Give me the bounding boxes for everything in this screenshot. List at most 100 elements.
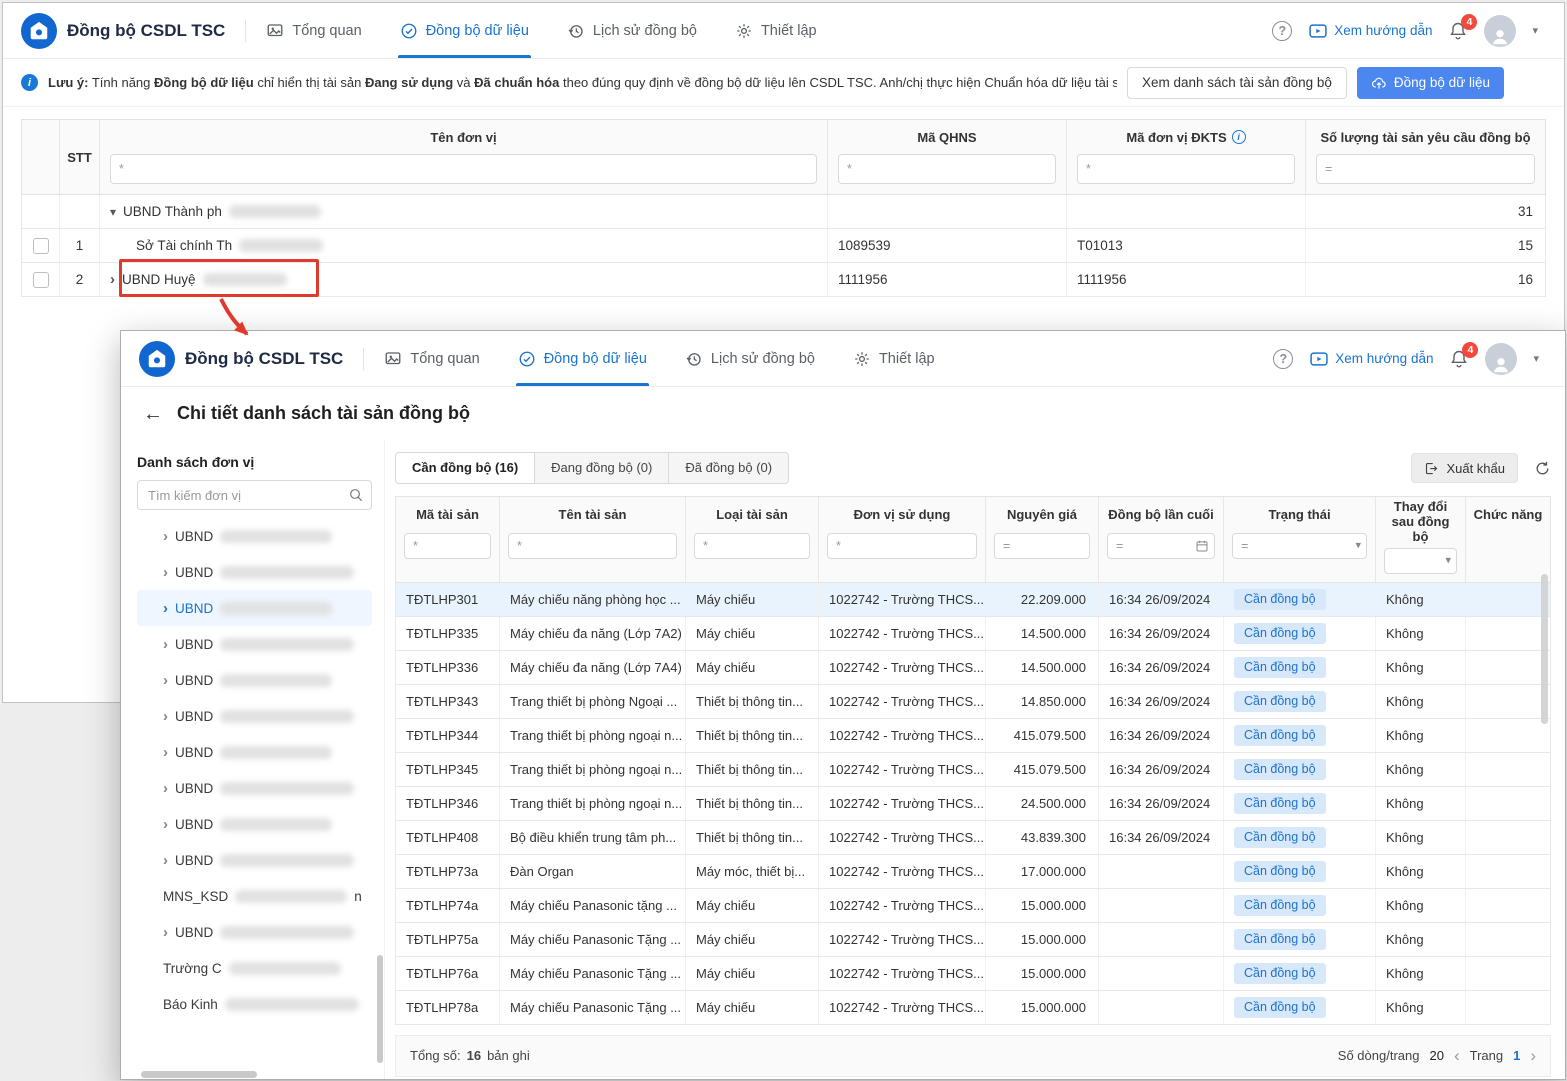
tree-item-unit[interactable]: › UBND xyxy=(137,662,372,698)
asset-row[interactable]: TĐTLHP408 Bộ điều khiển trung tâm ph... … xyxy=(395,821,1551,855)
row-checkbox[interactable] xyxy=(33,238,49,254)
asset-type: Máy móc, thiết bị... xyxy=(685,855,818,888)
tree-item-unit[interactable]: › UBND xyxy=(137,914,372,950)
tree-item-unit[interactable]: › UBND xyxy=(137,842,372,878)
chevron-down-icon[interactable]: ▾ xyxy=(1532,24,1538,37)
unit-search-input[interactable] xyxy=(137,480,372,510)
user-avatar[interactable] xyxy=(1485,343,1517,375)
unit-name[interactable]: Sở Tài chính Th xyxy=(136,238,232,253)
current-page[interactable]: 1 xyxy=(1513,1048,1520,1063)
unit-name-filter-input[interactable] xyxy=(110,154,817,184)
user-avatar[interactable] xyxy=(1484,15,1516,47)
tree-item-unit[interactable]: › UBND xyxy=(137,698,372,734)
chevron-right-icon[interactable]: › xyxy=(163,565,168,580)
filter-input[interactable] xyxy=(1232,533,1367,559)
filter-input[interactable] xyxy=(508,533,677,559)
tree-item-unit[interactable]: Trường C xyxy=(137,950,372,986)
chevron-left-icon[interactable]: ‹ xyxy=(1454,1047,1460,1064)
nav-tab-sync[interactable]: Đồng bộ dữ liệu xyxy=(518,331,647,386)
search-icon[interactable] xyxy=(348,487,364,503)
nav-tab-overview[interactable]: Tổng quan xyxy=(266,3,361,58)
nav-tab-history[interactable]: Lịch sử đồng bộ xyxy=(567,3,697,58)
chevron-right-icon[interactable]: › xyxy=(163,853,168,868)
asset-row[interactable]: TĐTLHP78a Máy chiếu Panasonic Tặng ... M… xyxy=(395,991,1551,1025)
status-tab[interactable]: Cần đồng bộ (16) xyxy=(396,453,534,483)
filter-input[interactable] xyxy=(694,533,810,559)
tree-item-unit[interactable]: › UBND xyxy=(137,770,372,806)
chevron-right-icon[interactable]: › xyxy=(163,709,168,724)
tree-item-unit[interactable]: Báo Kinh xyxy=(137,986,372,1022)
chevron-right-icon[interactable]: › xyxy=(163,781,168,796)
chevron-right-icon[interactable]: › xyxy=(163,637,168,652)
tree-item-unit[interactable]: › UBND xyxy=(137,626,372,662)
chevron-down-icon[interactable]: ▾ xyxy=(1355,541,1361,552)
guide-link[interactable]: Xem hướng dẫn xyxy=(1308,21,1432,41)
dkts-filter-input[interactable] xyxy=(1077,154,1295,184)
tree-item-unit[interactable]: › UBND xyxy=(137,806,372,842)
chevron-right-icon[interactable]: › xyxy=(163,925,168,940)
chevron-right-icon[interactable]: › xyxy=(1530,1047,1536,1064)
chevron-right-icon[interactable]: › xyxy=(163,817,168,832)
asset-row[interactable]: TĐTLHP73a Đàn Organ Máy móc, thiết bị...… xyxy=(395,855,1551,889)
nav-tab-settings[interactable]: Thiết lập xyxy=(853,331,935,386)
table-scrollbar[interactable] xyxy=(1541,574,1548,724)
nav-tab-history[interactable]: Lịch sử đồng bộ xyxy=(685,331,815,386)
nav-tab-settings[interactable]: Thiết lập xyxy=(735,3,817,58)
calendar-icon[interactable] xyxy=(1195,539,1209,553)
view-sync-list-button[interactable]: Xem danh sách tài sản đồng bộ xyxy=(1127,67,1347,99)
chevron-down-icon[interactable]: ▾ xyxy=(1533,352,1539,365)
chevron-right-icon[interactable]: › xyxy=(163,601,168,616)
unit-row[interactable]: 1 Sở Tài chính Th 1089539 T01013 15 xyxy=(21,229,1546,263)
qhns-filter-input[interactable] xyxy=(838,154,1056,184)
notification-bell-icon[interactable]: 4 xyxy=(1448,21,1468,41)
filter-input[interactable] xyxy=(827,533,977,559)
chevron-right-icon[interactable]: › xyxy=(163,529,168,544)
asset-row[interactable]: TĐTLHP336 Máy chiếu đa năng (Lớp 7A4) Má… xyxy=(395,651,1551,685)
status-tab[interactable]: Đã đồng bộ (0) xyxy=(668,453,788,483)
guide-link[interactable]: Xem hướng dẫn xyxy=(1309,349,1433,369)
tree-item-unit[interactable]: › UBND xyxy=(137,554,372,590)
info-icon[interactable]: i xyxy=(1232,130,1246,144)
nav-tab-sync[interactable]: Đồng bộ dữ liệu xyxy=(400,3,529,58)
status-tab[interactable]: Đang đồng bộ (0) xyxy=(534,453,668,483)
asset-row[interactable]: TĐTLHP76a Máy chiếu Panasonic Tặng ... M… xyxy=(395,957,1551,991)
count-filter-input[interactable] xyxy=(1316,154,1535,184)
chevron-right-icon[interactable]: › xyxy=(163,673,168,688)
table-column: Mã tài sản xyxy=(396,497,499,582)
chevron-right-icon[interactable]: › xyxy=(110,272,115,287)
chevron-down-icon[interactable]: ▾ xyxy=(1445,555,1451,566)
chevron-right-icon[interactable]: › xyxy=(163,745,168,760)
history-icon xyxy=(567,22,585,40)
asset-row[interactable]: TĐTLHP344 Trang thiết bị phòng ngoại n..… xyxy=(395,719,1551,753)
asset-row[interactable]: TĐTLHP74a Máy chiếu Panasonic tặng ... M… xyxy=(395,889,1551,923)
unit-name[interactable]: UBND Thành ph xyxy=(123,204,222,219)
column-label: Đơn vị sử dụng xyxy=(819,497,985,533)
nav-tab-overview[interactable]: Tổng quan xyxy=(384,331,479,386)
tree-item-unit[interactable]: › UBND xyxy=(137,590,372,626)
asset-row[interactable]: TĐTLHP75a Máy chiếu Panasonic Tặng ... M… xyxy=(395,923,1551,957)
chevron-down-icon[interactable]: ▾ xyxy=(110,205,116,219)
asset-row[interactable]: TĐTLHP335 Máy chiếu đa năng (Lớp 7A2) Má… xyxy=(395,617,1551,651)
help-icon[interactable]: ? xyxy=(1272,21,1292,41)
row-checkbox[interactable] xyxy=(33,272,49,288)
tree-item-unit[interactable]: › UBND xyxy=(137,518,372,554)
tree-item-unit[interactable]: › UBND xyxy=(137,734,372,770)
export-button[interactable]: Xuất khẩu xyxy=(1411,453,1518,483)
filter-input[interactable] xyxy=(404,533,491,559)
unit-group-row[interactable]: ▾ UBND Thành ph 31 xyxy=(21,195,1546,229)
rows-per-page-select[interactable]: 20 xyxy=(1429,1048,1443,1063)
asset-row[interactable]: TĐTLHP346 Trang thiết bị phòng ngoại n..… xyxy=(395,787,1551,821)
vertical-scrollbar[interactable] xyxy=(377,955,383,1063)
column-qhns: Mã QHNS xyxy=(827,120,1066,194)
asset-row[interactable]: TĐTLHP345 Trang thiết bị phòng ngoại n..… xyxy=(395,753,1551,787)
sync-data-button[interactable]: Đồng bộ dữ liệu xyxy=(1357,67,1504,99)
asset-row[interactable]: TĐTLHP301 Máy chiếu năng phòng học ... M… xyxy=(395,583,1551,617)
help-icon[interactable]: ? xyxy=(1273,349,1293,369)
filter-input[interactable] xyxy=(994,533,1090,559)
horizontal-scrollbar[interactable] xyxy=(141,1071,257,1078)
back-arrow-icon[interactable]: ← xyxy=(143,404,163,424)
asset-row[interactable]: TĐTLHP343 Trang thiết bị phòng Ngoại ...… xyxy=(395,685,1551,719)
notification-bell-icon[interactable]: 4 xyxy=(1449,349,1469,369)
tree-item-unit[interactable]: MNS_KSD n xyxy=(137,878,372,914)
refresh-icon[interactable] xyxy=(1534,460,1551,477)
